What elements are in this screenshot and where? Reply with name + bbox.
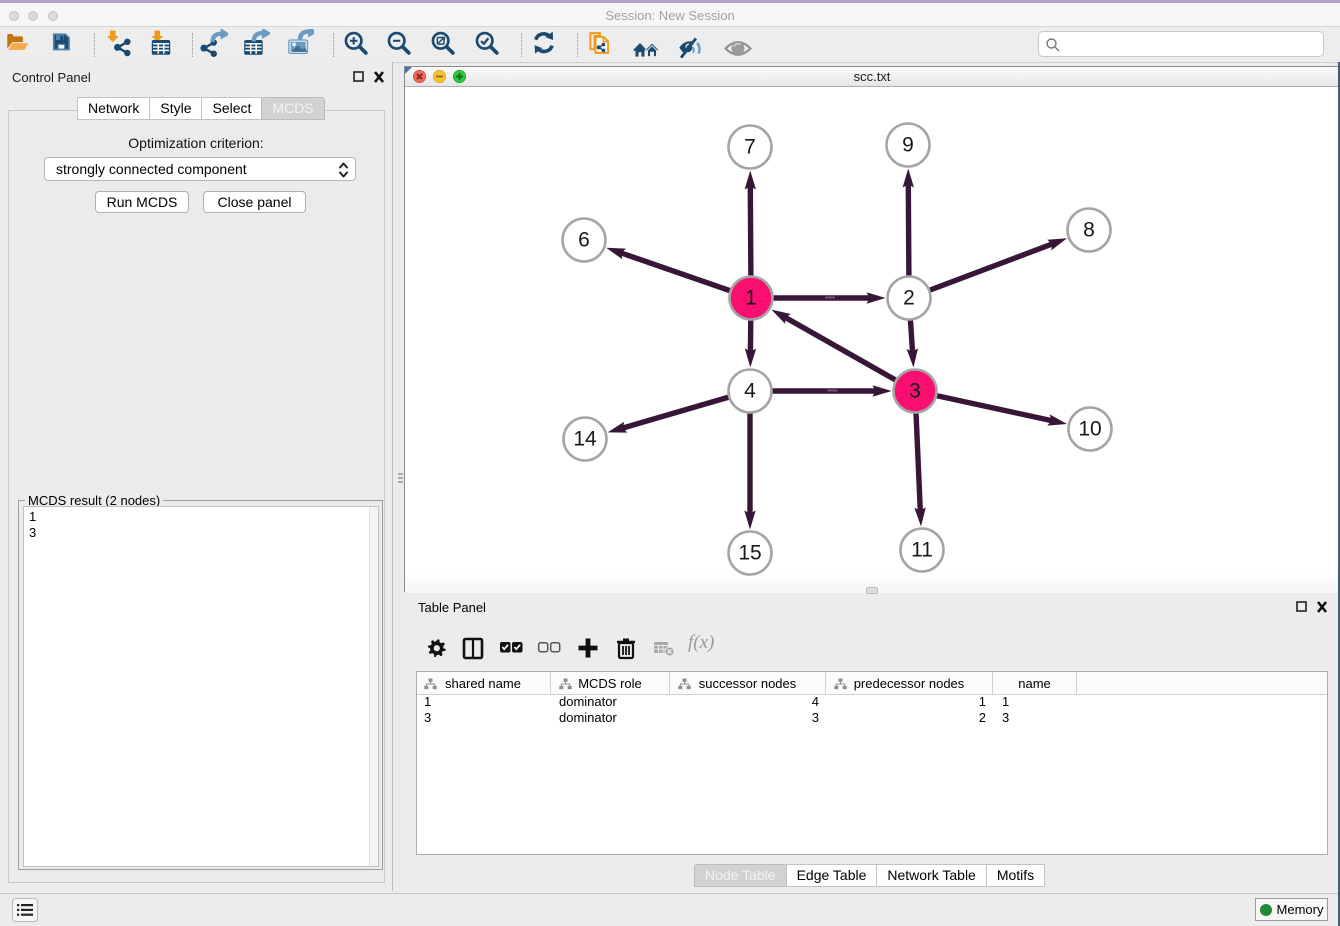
- svg-text:2: 2: [903, 287, 915, 310]
- svg-text:7: 7: [744, 136, 756, 159]
- svg-text:4: 4: [744, 380, 756, 403]
- svg-text:14: 14: [573, 428, 597, 451]
- svg-text:9: 9: [902, 134, 914, 157]
- svg-text:8: 8: [1083, 219, 1095, 242]
- svg-text:3: 3: [909, 380, 921, 403]
- svg-text:1: 1: [745, 287, 757, 310]
- svg-text:6: 6: [578, 229, 590, 252]
- svg-text:15: 15: [738, 542, 761, 565]
- svg-text:11: 11: [911, 539, 933, 562]
- svg-text:10: 10: [1078, 418, 1101, 441]
